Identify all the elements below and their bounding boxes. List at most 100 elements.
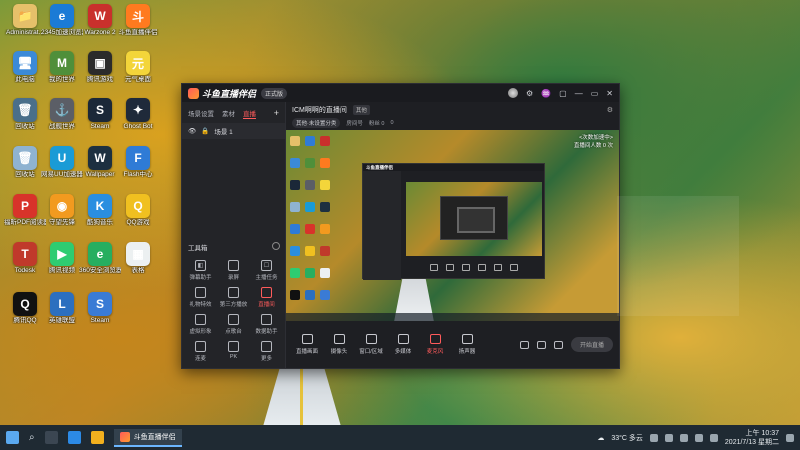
lock-icon[interactable]: 🔒	[201, 127, 209, 135]
gear-icon[interactable]: ⚙	[526, 89, 533, 98]
control-icon	[461, 334, 473, 344]
control-button[interactable]: 多媒体	[388, 334, 418, 355]
control-button[interactable]: 窗口/区域	[356, 334, 386, 355]
desktop-icon[interactable]: W Wallpaper	[79, 144, 121, 190]
desktop-icon[interactable]: ▣ 腾讯游戏	[79, 49, 121, 95]
desktop-app-icon: ⚓	[50, 98, 74, 122]
desktop-icon[interactable]: 🗑 回收站	[4, 96, 46, 142]
room-title[interactable]: ICM啊啊的直播间	[292, 105, 347, 115]
scene-item[interactable]: 👁 🔒 场景 1	[182, 123, 285, 139]
tool-item[interactable]: PK	[217, 341, 250, 362]
control-button[interactable]: 麦克风	[420, 334, 450, 355]
desktop-icon[interactable]: 元元气桌面	[117, 49, 159, 95]
desktop-icon[interactable]: ▦ 表格	[117, 240, 159, 286]
desktop-icon[interactable]: e2345加速浏览器	[41, 2, 83, 48]
hot-count: 0	[390, 120, 394, 126]
desktop-icon[interactable]: S Steam	[79, 290, 121, 336]
gift-icon[interactable]: ▢	[559, 89, 567, 98]
file-explorer-icon[interactable]	[90, 431, 104, 444]
desktop-icon[interactable]: 🗑 回收站	[4, 144, 46, 190]
room-header: ICM啊啊的直播间 其他 ⚙ 其他·未设置分类 房间号 粉丝 0 0	[286, 102, 619, 130]
tool-item[interactable]: 直播间	[250, 287, 283, 308]
network-icon[interactable]	[694, 433, 703, 442]
wallpaper-road	[262, 360, 342, 430]
desktop-icon[interactable]: U 网易UU加速器	[41, 144, 83, 190]
close-icon[interactable]: ✕	[606, 89, 613, 98]
room-category[interactable]: 其他·未设置分类	[292, 118, 341, 128]
desktop-icon[interactable]: ◉ 守望先锋	[41, 192, 83, 238]
desktop-icon[interactable]: F Flash中心	[117, 144, 159, 190]
tool-item[interactable]: 第三方播放	[217, 287, 250, 308]
weather-text[interactable]: 33°C 多云	[611, 433, 643, 443]
control-button[interactable]: 直播画面	[292, 334, 322, 355]
desktop-icon-label: 酷狗音乐	[87, 219, 113, 226]
version-badge[interactable]: 正式版	[261, 87, 288, 99]
notification-icon[interactable]	[786, 433, 794, 442]
desktop-icon[interactable]: T Todesk	[4, 240, 46, 286]
control-button[interactable]: 扬声器	[452, 334, 482, 355]
desktop-icon[interactable]: Q 腾讯QQ	[4, 290, 46, 336]
add-icon[interactable]: +	[274, 108, 279, 119]
tab-material[interactable]: 素材	[222, 108, 235, 119]
desktop-icon[interactable]: S Steam	[79, 96, 121, 142]
minimize-icon[interactable]: —	[575, 89, 583, 98]
tool-item[interactable]: ☐ 主播任务	[250, 260, 283, 281]
desktop-icon[interactable]: e 360安全浏览器	[79, 240, 121, 286]
nested-left-panel	[363, 171, 401, 280]
tool-item[interactable]: 录屏	[217, 260, 250, 281]
toolbox-settings-icon[interactable]	[272, 242, 280, 250]
volume-icon[interactable]	[709, 433, 718, 442]
control-button[interactable]: 摄像头	[324, 334, 354, 355]
record-icon[interactable]	[536, 340, 546, 349]
avatar[interactable]	[508, 88, 519, 98]
go-live-button[interactable]: 开始直播	[570, 337, 613, 352]
tool-item[interactable]: ◧ 弹幕助手	[184, 260, 217, 281]
taskbar-app[interactable]: 斗鱼直播伴侣	[113, 428, 182, 447]
shirt-icon[interactable]: ♒	[541, 89, 551, 98]
room-tag[interactable]: 其他	[352, 105, 370, 115]
maximize-icon[interactable]: ▭	[591, 89, 599, 98]
desktop-icon[interactable]: L 英雄联盟	[41, 290, 83, 336]
search-icon[interactable]: ⌕	[29, 432, 35, 443]
desktop-icon[interactable]: ▶ 腾讯视频	[41, 240, 83, 286]
tool-item[interactable]: 连麦	[184, 341, 217, 362]
tab-scene[interactable]: 场景设置	[188, 108, 214, 119]
desktop-icon[interactable]: K 酷狗音乐	[79, 192, 121, 238]
start-icon[interactable]	[6, 431, 19, 444]
widgets-icon[interactable]	[67, 431, 81, 444]
desktop-icon-label: 腾讯视频	[49, 267, 75, 274]
camera-small-icon[interactable]	[519, 340, 529, 349]
task-view-icon[interactable]	[44, 431, 58, 444]
clock[interactable]: 上午 10:37 2021/7/13 星期二	[725, 429, 779, 447]
settings-icon[interactable]: ⚙	[607, 106, 613, 114]
tool-item[interactable]: 礼物特效	[184, 287, 217, 308]
desktop-icon[interactable]: 斗斗鱼直播伴侣	[117, 2, 159, 48]
desktop-app-icon: e	[88, 242, 112, 266]
desktop-icon[interactable]: M 我的世界	[41, 49, 83, 95]
desktop-icon[interactable]: W Warzone 2	[79, 2, 121, 48]
desktop-icon-label: 表格	[131, 267, 145, 274]
tool-icon	[261, 314, 272, 325]
desktop-app-icon: K	[88, 194, 112, 218]
tool-item[interactable]: 虚拟形象	[184, 314, 217, 335]
desktop-icon-label: 我的世界	[49, 76, 75, 83]
scene-label: 场景 1	[214, 129, 233, 136]
tool-item[interactable]: 数据助手	[250, 314, 283, 335]
desktop-icon[interactable]: Q QQ游戏	[117, 192, 159, 238]
settings-small-icon[interactable]	[553, 340, 563, 349]
tool-item[interactable]: 更多	[250, 341, 283, 362]
desktop-icon[interactable]: P 福昕PDF阅读器	[4, 192, 46, 238]
desktop-icon[interactable]: 🖥 此电脑	[4, 49, 46, 95]
tray-icon-3[interactable]	[679, 433, 688, 442]
eye-icon[interactable]: 👁	[188, 127, 196, 135]
tab-live[interactable]: 直播	[243, 108, 256, 119]
tray-icon-2[interactable]	[664, 433, 673, 442]
main-panel: ICM啊啊的直播间 其他 ⚙ 其他·未设置分类 房间号 粉丝 0 0 斗鱼直播伴…	[286, 102, 619, 368]
desktop-icon[interactable]: ✦ Ghost Bot	[117, 96, 159, 142]
desktop-icon[interactable]: 📁 Administrat...	[4, 2, 46, 48]
tray-icon-1[interactable]	[649, 433, 658, 442]
tool-item[interactable]: 点歌台	[217, 314, 250, 335]
live-preview[interactable]: 斗鱼直播伴侣 <次数加速中> 直播间人数 0 次	[286, 130, 619, 321]
desktop-app-icon: 🗑	[13, 98, 37, 122]
desktop-icon[interactable]: ⚓ 战舰世界	[41, 96, 83, 142]
